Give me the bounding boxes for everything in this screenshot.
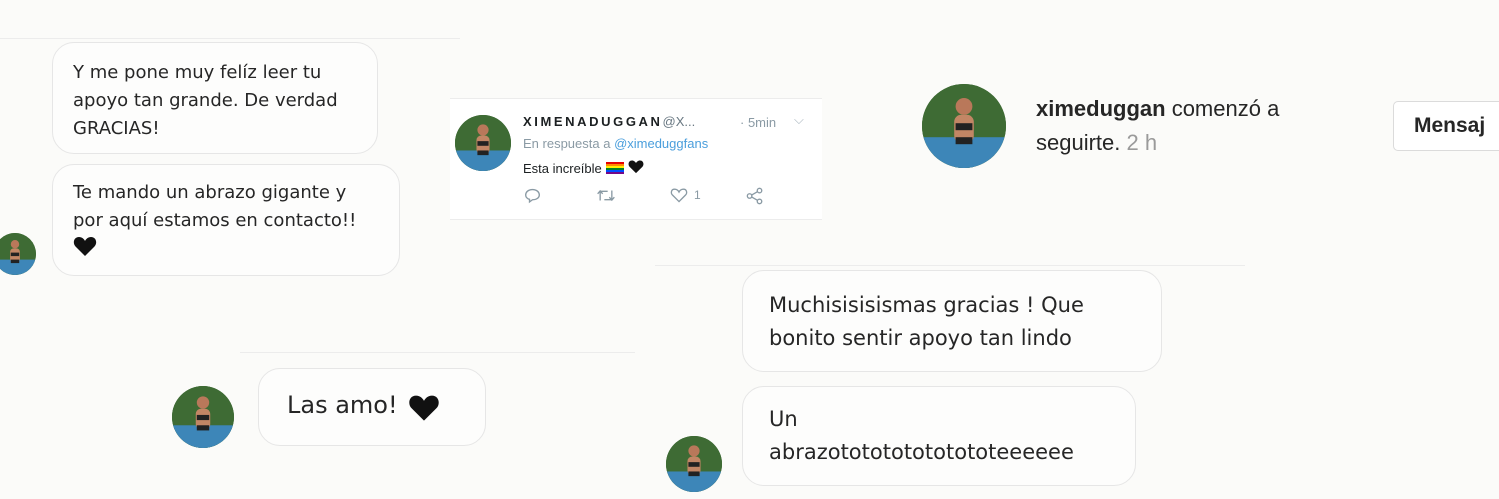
divider (0, 38, 460, 39)
tweet-actions: 1 (522, 187, 772, 209)
avatar[interactable] (922, 84, 1006, 168)
avatar[interactable] (0, 233, 36, 275)
tweet-time: · 5min (740, 115, 777, 130)
avatar[interactable] (666, 436, 722, 492)
avatar[interactable] (172, 386, 234, 448)
black-heart-icon (73, 235, 399, 266)
message-bubble: Las amo! (258, 368, 486, 446)
tweet-card[interactable]: XIMENADUGGAN@X... · 5min ⌵ En respuesta … (450, 98, 822, 220)
notification-time: 2 h (1120, 130, 1158, 155)
tweet-display-name[interactable]: XIMENADUGGAN@X... (523, 114, 695, 129)
display-name[interactable]: XIMENADUGGAN (523, 114, 663, 129)
rainbow-flag-icon (605, 162, 624, 174)
message-text: Un abrazototototototototeeeeee (769, 407, 1074, 464)
reply-icon[interactable] (524, 187, 541, 204)
tweet-text: Esta increíble (523, 160, 602, 176)
follow-notification-text: ximeduggan comenzó a seguirte. 2 h (1036, 92, 1366, 160)
mention-link[interactable]: @ximeduggfans (614, 136, 708, 151)
avatar[interactable] (455, 115, 511, 171)
message-bubble: Muchisisisismas gracias ! Que bonito sen… (742, 270, 1162, 372)
message-text: Y me pone muy felíz leer tu apoyo tan gr… (73, 62, 338, 139)
retweet-icon[interactable] (596, 187, 616, 204)
message-bubble: Y me pone muy felíz leer tu apoyo tan gr… (52, 42, 378, 154)
message-bubble: Te mando un abrazo gigante y por aquí es… (52, 164, 400, 276)
reply-prefix: En respuesta a (523, 136, 615, 151)
message-text: Muchisisisismas gracias ! Que bonito sen… (769, 293, 1084, 350)
message-text: Las amo! (287, 391, 398, 419)
username-link[interactable]: ximeduggan (1036, 96, 1166, 121)
message-text: Te mando un abrazo gigante y por aquí es… (73, 182, 357, 231)
message-bubble: Un abrazototototototototeeeeee (742, 386, 1136, 486)
share-icon[interactable] (746, 187, 764, 205)
like-icon[interactable]: 1 (670, 187, 701, 203)
tweet-body: Esta increíble (523, 159, 644, 177)
chevron-down-icon[interactable]: ⌵ (794, 112, 804, 128)
collage-canvas: Y me pone muy felíz leer tu apoyo tan gr… (0, 0, 1499, 499)
divider (240, 352, 635, 353)
like-count: 1 (694, 188, 701, 202)
reply-context: En respuesta a @ximeduggfans (523, 136, 708, 151)
tweet-handle[interactable]: @X... (663, 114, 696, 129)
black-heart-icon (408, 393, 440, 445)
message-button[interactable]: Mensaj (1393, 101, 1499, 151)
divider (655, 265, 1245, 266)
black-heart-icon (628, 159, 644, 177)
